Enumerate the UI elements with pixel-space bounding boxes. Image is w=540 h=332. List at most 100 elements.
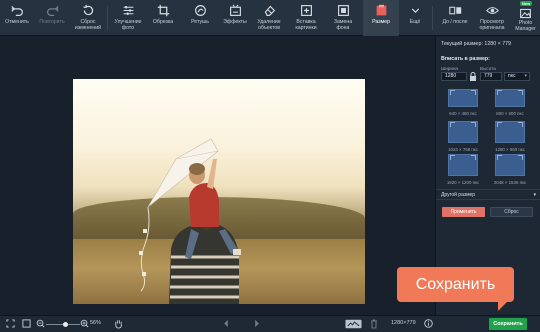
enhance-photo-button[interactable]: Улучшение фото (110, 0, 146, 36)
toolbar-divider (107, 6, 108, 30)
replace-background-icon (337, 5, 349, 16)
resize-icon (376, 4, 386, 16)
before-after-button[interactable]: До / после (437, 0, 473, 36)
zoom-value: 56% (90, 320, 102, 326)
preset-1024x768[interactable]: 1024 × 768 пкс (440, 121, 484, 155)
effects-label: Эффекты (223, 19, 247, 25)
image-dimensions: 1280×779 (391, 320, 416, 326)
width-input[interactable]: 1280 (441, 72, 467, 81)
more-button[interactable]: Ещё (402, 0, 428, 36)
image-canvas[interactable] (0, 37, 434, 315)
undo-button[interactable]: Отменить (0, 0, 34, 36)
bottom-bar: 56% 1280×779 Сохранить (0, 315, 540, 332)
preset-thumb (495, 89, 525, 107)
crop-label: Обрезка (152, 19, 174, 25)
zoom-out-icon[interactable] (36, 319, 45, 328)
remove-objects-button[interactable]: Удаление объектов (252, 0, 286, 36)
preset-label: 640 × 480 пкс (449, 111, 477, 116)
child-body (189, 183, 219, 227)
before-after-icon (448, 6, 461, 15)
hand-tool-icon[interactable] (114, 319, 123, 329)
preset-640x480[interactable]: 640 × 480 пкс (440, 89, 484, 123)
preset-thumb (495, 121, 525, 143)
reset-changes-label: Сброс изменений (74, 19, 102, 31)
preset-thumb (448, 89, 478, 107)
photo-manager-button[interactable]: New Photo Manager (511, 0, 540, 36)
eye-icon (485, 7, 499, 14)
before-after-label: До / после (442, 19, 468, 25)
height-input[interactable]: 779 (480, 72, 502, 81)
redo-button[interactable]: Повторить (34, 0, 70, 36)
undo-icon (10, 6, 23, 16)
insert-picture-button[interactable]: Вставка картинки (289, 0, 323, 36)
reset-button[interactable]: Сброс (490, 207, 533, 217)
unit-select[interactable]: пкс ▾ (504, 72, 530, 81)
effects-button[interactable]: Эффекты (218, 0, 252, 36)
actual-size-icon[interactable] (22, 319, 31, 328)
save-button[interactable]: Сохранить (489, 318, 527, 330)
insert-picture-icon (300, 5, 312, 16)
sliders-icon (123, 6, 133, 15)
edited-photo[interactable] (73, 79, 365, 304)
save-callout: Сохранить (397, 267, 514, 302)
new-badge: New (520, 1, 533, 6)
undo-label: Отменить (5, 19, 29, 25)
view-original-button[interactable]: Просмотр оригинала (474, 0, 510, 36)
width-label: Ширина (441, 66, 458, 71)
previous-image-icon[interactable] (222, 319, 230, 328)
lock-icon[interactable] (469, 72, 477, 81)
preset-thumb (448, 154, 478, 176)
toolbar-divider (432, 6, 433, 30)
save-callout-pointer (498, 301, 508, 311)
photo-manager-label: Photo Manager (515, 20, 536, 32)
resize-button[interactable]: Размер (363, 0, 399, 36)
preset-label: 1024 × 768 пкс (448, 147, 478, 152)
preset-2048x1536[interactable]: 2048 × 1536 пкс (487, 154, 531, 188)
preset-label: 800 × 600 пкс (496, 111, 524, 116)
photo-scene (139, 138, 241, 304)
preset-label: 1280 × 960 пкс (495, 147, 525, 152)
fit-screen-icon[interactable] (6, 319, 15, 328)
replace-background-button[interactable]: Замена фона (326, 0, 360, 36)
next-image-icon[interactable] (253, 319, 261, 328)
preset-thumb (448, 121, 478, 143)
preset-1280x960[interactable]: 1280 × 960 пкс (487, 121, 531, 155)
chevron-down-icon: ▾ (533, 192, 536, 198)
unit-select-value: пкс (508, 73, 516, 79)
preset-800x600[interactable]: 800 × 600 пкс (487, 89, 531, 123)
kite-tail (140, 206, 150, 292)
replace-background-label: Замена фона (333, 19, 353, 31)
compare-icon[interactable] (345, 319, 362, 329)
chevron-down-icon: ▾ (524, 73, 527, 79)
zoom-slider[interactable] (46, 322, 80, 327)
enhance-photo-label: Улучшение фото (114, 19, 142, 31)
other-size-toggle[interactable]: Другой размер ▾ (436, 189, 540, 200)
insert-picture-label: Вставка картинки (295, 19, 317, 31)
view-original-label: Просмотр оригинала (479, 19, 505, 31)
eraser-icon (264, 5, 275, 16)
fit-size-title: Вписать в размер: (441, 56, 490, 62)
preset-1920x1200[interactable]: 1920 × 1200 пкс (440, 154, 484, 188)
zoom-slider-handle[interactable] (62, 322, 68, 327)
crop-icon (157, 4, 169, 17)
reset-changes-button[interactable]: Сброс изменений (70, 0, 106, 36)
preset-label: 2048 × 1536 пкс (493, 180, 527, 185)
main-toolbar: Отменить Повторить Сброс изменений Улучш… (0, 0, 540, 36)
other-size-label: Другой размер (441, 192, 476, 198)
effects-icon (229, 4, 241, 16)
height-label: Высота (480, 66, 496, 71)
zoom-in-icon[interactable] (80, 319, 89, 328)
info-icon[interactable] (424, 319, 433, 328)
remove-objects-label: Удаление объектов (257, 19, 281, 31)
resize-label: Размер (372, 19, 390, 25)
trash-icon[interactable] (370, 319, 378, 329)
retouch-button[interactable]: Ретушь (183, 0, 217, 36)
apply-button[interactable]: Применить (442, 207, 485, 217)
more-label: Ещё (409, 19, 421, 25)
preset-thumb (495, 154, 525, 176)
retouch-label: Ретушь (191, 19, 209, 25)
crop-button[interactable]: Обрезка (147, 0, 179, 36)
redo-label: Повторить (39, 19, 65, 25)
preset-label: 1920 × 1200 пкс (446, 180, 480, 185)
chevron-down-icon (411, 8, 419, 13)
